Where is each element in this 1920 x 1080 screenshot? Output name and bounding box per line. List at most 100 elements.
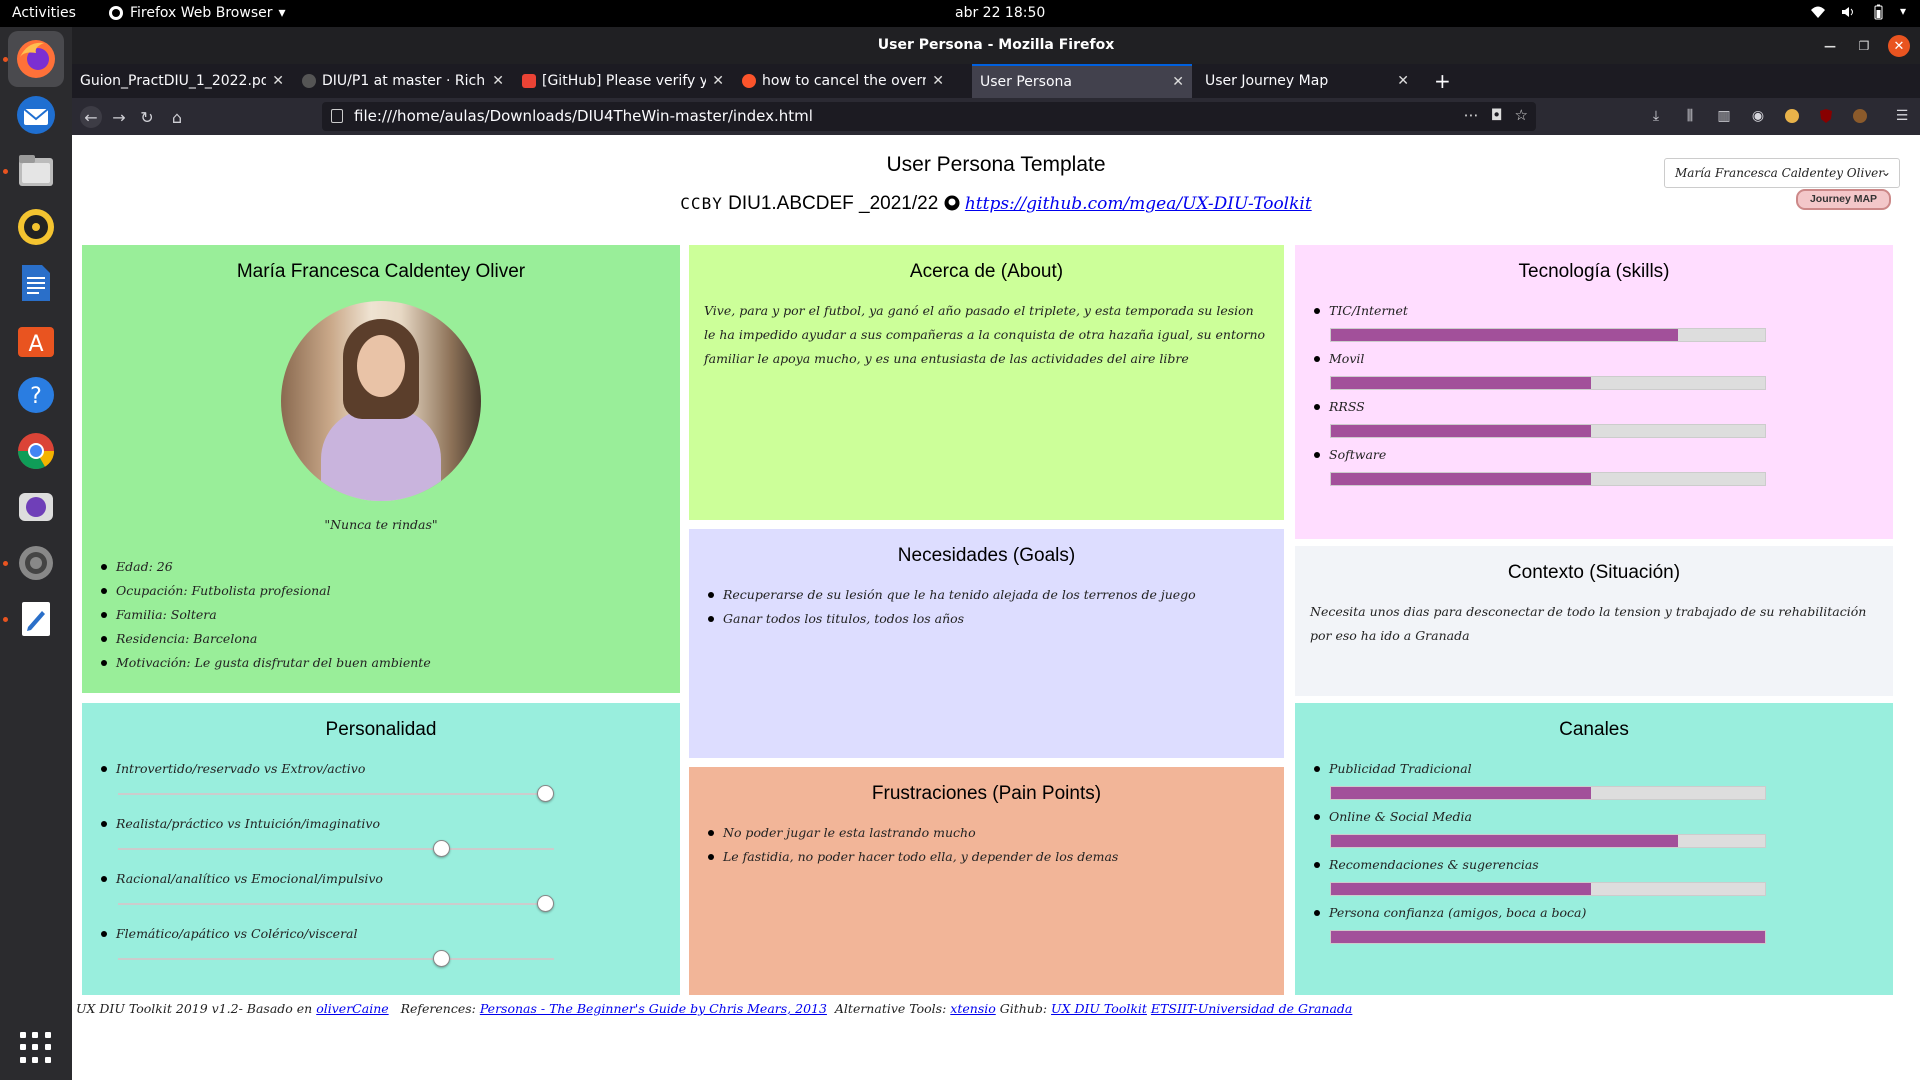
home-icon[interactable]: ⌂ — [166, 106, 188, 128]
close-tab-icon[interactable]: ✕ — [492, 73, 504, 89]
list-item: No poder jugar le esta lastrando mucho — [707, 821, 1118, 845]
footer-text: Alternative Tools: — [834, 1001, 951, 1016]
github-icon — [944, 195, 960, 211]
window-titlebar: User Persona - Mozilla Firefox — ❐ ✕ — [72, 27, 1920, 64]
thunderbird-launcher[interactable] — [8, 87, 64, 143]
persona-name: María Francesca Caldentey Oliver — [236, 261, 526, 282]
close-tab-icon[interactable]: ✕ — [712, 73, 724, 89]
tab-guion-pdf[interactable]: Guion_PractDIU_1_2022.pdf ✕ — [72, 64, 292, 98]
extension-icon[interactable] — [1782, 106, 1802, 126]
chevron-down-icon: ▾ — [278, 5, 286, 21]
personality-card: Personalidad Introvertido/reservado vs E… — [82, 703, 680, 995]
close-tab-icon[interactable]: ✕ — [1172, 74, 1184, 90]
wifi-icon — [1810, 6, 1825, 18]
addon-icon[interactable] — [1850, 106, 1870, 126]
maximize-icon[interactable]: ❐ — [1854, 36, 1874, 56]
about-card: Acerca de (About) Vive, para y por el fu… — [689, 245, 1284, 520]
personality-slider[interactable] — [118, 840, 554, 857]
tab-user-journey-map[interactable]: User Journey Map ✕ — [1197, 64, 1417, 98]
rhythmbox-icon — [18, 209, 54, 245]
firefox-launcher[interactable] — [8, 31, 64, 87]
tab-gmail[interactable]: [GitHub] Please verify yo ✕ — [514, 64, 732, 98]
app-menu-label: Firefox Web Browser — [130, 5, 273, 21]
personas-guide-link[interactable]: Personas - The Beginner's Guide by Chris… — [480, 1001, 827, 1016]
page-actions-icon[interactable]: ⋯ — [1464, 106, 1479, 124]
url-bar[interactable]: file:///home/aulas/Downloads/DIU4TheWin-… — [322, 102, 1536, 131]
cc-license: CCBY — [680, 194, 723, 213]
navigation-bar: ← → ↻ ⌂ file:///home/aulas/Downloads/DIU… — [72, 98, 1920, 135]
account-icon[interactable]: ◉ — [1748, 106, 1768, 126]
pocket-icon[interactable]: ◘ — [1491, 106, 1503, 124]
software-center-launcher[interactable]: A — [8, 311, 64, 367]
close-tab-icon[interactable]: ✕ — [272, 73, 284, 89]
clock[interactable]: abr 22 18:50 — [955, 5, 1045, 21]
persona-select[interactable]: María Francesca Caldentey Oliver ⌄ — [1664, 158, 1900, 188]
svg-text:?: ? — [30, 384, 42, 409]
list-item: Introvertido/reservado vs Extrov/activo — [101, 757, 383, 812]
system-tray[interactable]: ▾ — [1810, 4, 1906, 20]
channel-bar — [1330, 786, 1766, 800]
writer-launcher[interactable] — [8, 255, 64, 311]
library-icon[interactable]: ⫼ — [1680, 106, 1700, 126]
rhythmbox-launcher[interactable] — [8, 199, 64, 255]
channels-title: Canales — [1559, 719, 1629, 740]
tab-label: DIU/P1 at master · Richi7 — [322, 73, 487, 89]
bookmark-star-icon[interactable]: ☆ — [1515, 106, 1528, 124]
repo-link[interactable]: https://github.com/mgea/UX-DIU-Toolkit — [965, 194, 1312, 214]
forward-icon[interactable]: → — [108, 106, 130, 128]
show-apps-icon[interactable] — [20, 1032, 52, 1064]
tab-search[interactable]: how to cancel the overri ✕ — [734, 64, 952, 98]
channel-bar-fill — [1331, 931, 1765, 943]
slider-knob[interactable] — [432, 950, 450, 967]
menu-icon[interactable]: ☰ — [1892, 106, 1912, 126]
window-title: User Persona - Mozilla Firefox — [877, 37, 1115, 53]
help-launcher[interactable]: ? — [8, 367, 64, 423]
close-tab-icon[interactable]: ✕ — [932, 73, 944, 89]
files-launcher[interactable] — [8, 143, 64, 199]
screenshot-launcher[interactable] — [8, 479, 64, 535]
journey-map-button[interactable]: Journey MAP — [1796, 189, 1891, 210]
tab-user-persona[interactable]: User Persona ✕ — [972, 64, 1192, 98]
close-tab-icon[interactable]: ✕ — [1397, 73, 1409, 89]
close-window-icon[interactable]: ✕ — [1888, 35, 1910, 57]
slider-knob[interactable] — [432, 840, 450, 857]
activities-button[interactable]: Activities — [12, 5, 76, 21]
tab-label: User Persona — [980, 74, 1072, 90]
back-icon[interactable]: ← — [80, 106, 102, 128]
slider-knob[interactable] — [537, 785, 555, 802]
xtensio-link[interactable]: xtensio — [950, 1001, 995, 1016]
profile-card: María Francesca Caldentey Oliver "Nunca … — [82, 245, 680, 693]
gnome-top-bar: Activities Firefox Web Browser ▾ abr 22 … — [0, 0, 1920, 27]
sidebar-icon[interactable]: ▥ — [1714, 106, 1734, 126]
reload-icon[interactable]: ↻ — [136, 106, 158, 128]
personality-list: Introvertido/reservado vs Extrov/activo … — [101, 757, 383, 977]
minimize-icon[interactable]: — — [1820, 36, 1840, 56]
dock: A ? — [0, 27, 72, 1080]
app-menu[interactable]: Firefox Web Browser ▾ — [108, 5, 286, 21]
slider-knob[interactable] — [537, 895, 555, 912]
etsiit-link[interactable]: ETSIIT-Universidad de Granada — [1151, 1001, 1352, 1016]
url-text[interactable]: file:///home/aulas/Downloads/DIU4TheWin-… — [354, 107, 813, 125]
new-tab-button[interactable]: + — [1426, 64, 1456, 98]
chrome-icon — [17, 433, 55, 470]
ublock-icon[interactable] — [1816, 106, 1836, 126]
skill-bar-fill — [1331, 377, 1592, 389]
list-item: Realista/práctico vs Intuición/imaginati… — [101, 812, 383, 867]
personality-slider[interactable] — [118, 950, 554, 967]
toolkit-link[interactable]: UX DIU Toolkit — [1051, 1001, 1147, 1016]
text-editor-icon — [22, 602, 50, 636]
tab-bar: Guion_PractDIU_1_2022.pdf ✕ DIU/P1 at ma… — [72, 64, 1920, 98]
personality-title: Personalidad — [325, 719, 437, 740]
download-icon[interactable]: ⤓ — [1646, 106, 1666, 126]
settings-icon — [19, 546, 53, 580]
chrome-launcher[interactable] — [8, 423, 64, 479]
olivercaine-link[interactable]: oliverCaine — [316, 1001, 388, 1016]
text-editor-launcher[interactable] — [8, 591, 64, 647]
profile-list: Edad: 26 Ocupación: Futbolista profesion… — [101, 555, 431, 675]
tab-github-repo[interactable]: DIU/P1 at master · Richi7 ✕ — [294, 64, 512, 98]
footer-text: UX DIU Toolkit 2019 v1.2- Basado en — [76, 1001, 317, 1016]
personality-slider[interactable] — [118, 785, 555, 802]
settings-launcher[interactable] — [8, 535, 64, 591]
tech-title: Tecnología (skills) — [1518, 261, 1670, 282]
personality-slider[interactable] — [118, 895, 555, 912]
